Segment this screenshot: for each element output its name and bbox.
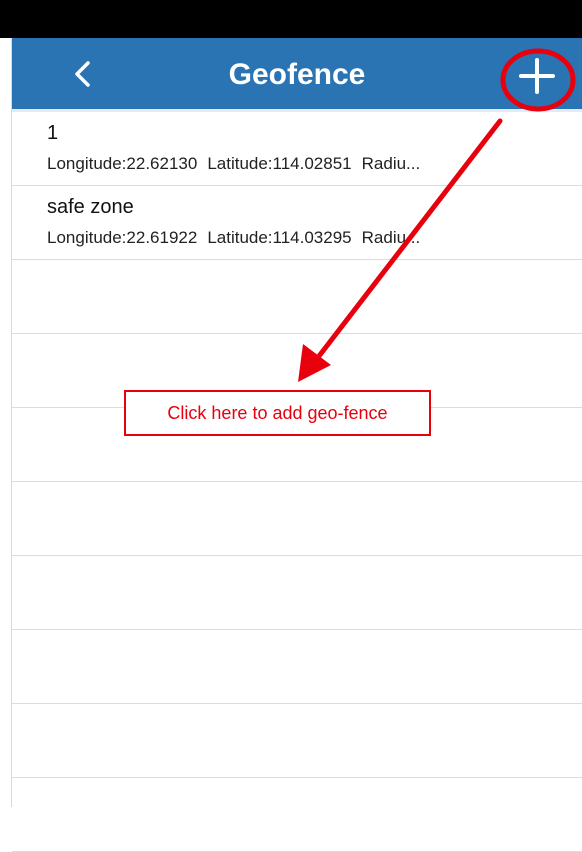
geofence-list: 1 Longitude:22.62130 Latitude:114.02851 Ra…: [12, 112, 582, 852]
plus-icon: [519, 58, 555, 94]
annotation-callout: Click here to add geo-fence: [124, 390, 431, 436]
empty-list-row: [12, 260, 582, 334]
empty-list-row: [12, 704, 582, 778]
geofence-name: 1: [47, 122, 59, 144]
empty-list-row: [12, 482, 582, 556]
empty-list-row: [12, 630, 582, 704]
navigation-bar: Geofence: [12, 38, 582, 112]
status-bar: [0, 0, 582, 38]
geofence-longitude: Longitude:22.62130: [47, 154, 198, 173]
geofence-details: Longitude:22.61922 Latitude:114.03295 Radi…: [47, 228, 547, 248]
empty-list-row: [12, 778, 582, 852]
geofence-name: safe zone: [47, 196, 134, 218]
geofence-longitude: Longitude:22.61922: [47, 228, 198, 247]
geofence-latitude: Latitude:114.02851: [207, 154, 352, 173]
geofence-radius: Radiu...: [361, 228, 421, 247]
empty-list-row: [12, 556, 582, 630]
geofence-details: Longitude:22.62130 Latitude:114.02851 Radi…: [47, 154, 547, 174]
add-geofence-button[interactable]: [513, 52, 561, 100]
geofence-radius: Radiu...: [361, 154, 421, 173]
geofence-list-item[interactable]: safe zone Longitude:22.61922 Latitude:114…: [12, 186, 582, 260]
geofence-latitude: Latitude:114.03295: [207, 228, 352, 247]
geofence-list-item[interactable]: 1 Longitude:22.62130 Latitude:114.02851 Ra…: [12, 112, 582, 186]
page-title: Geofence: [228, 58, 366, 91]
